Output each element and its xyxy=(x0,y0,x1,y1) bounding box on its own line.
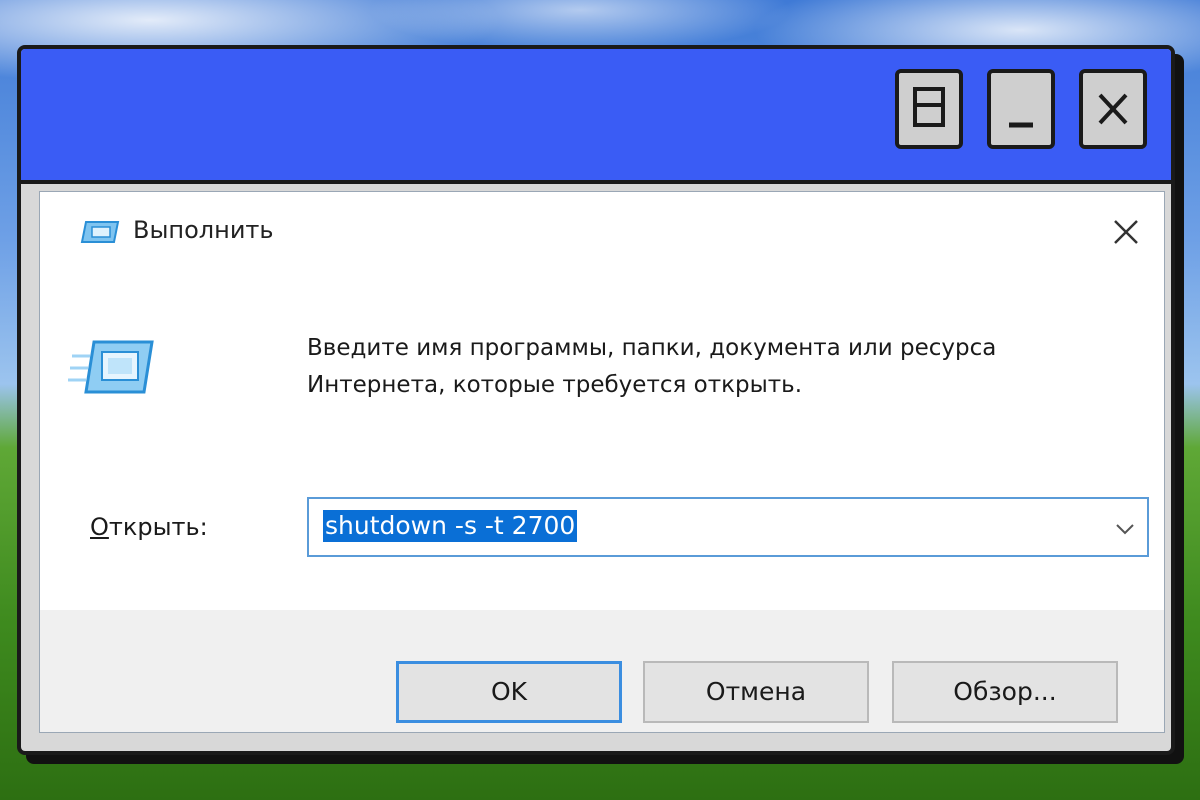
retro-window-frame: Выполнить Введите имя программы, папки, … xyxy=(17,45,1175,755)
command-input-value[interactable]: shutdown -s -t 2700 xyxy=(323,510,578,542)
cancel-button[interactable]: Отмена xyxy=(643,661,869,723)
dialog-close-icon[interactable] xyxy=(1106,212,1146,252)
open-label-accelerator: О xyxy=(90,513,109,541)
run-app-icon xyxy=(80,221,120,243)
restore-button[interactable] xyxy=(895,69,963,149)
minimize-button[interactable] xyxy=(987,69,1055,149)
run-dialog: Выполнить Введите имя программы, папки, … xyxy=(39,191,1165,733)
retro-window-titlebar[interactable] xyxy=(21,49,1171,184)
minimize-icon xyxy=(1009,122,1033,128)
close-button[interactable] xyxy=(1079,69,1147,149)
ok-button[interactable]: OK xyxy=(396,661,622,723)
chevron-down-icon[interactable] xyxy=(1111,515,1139,543)
dialog-description: Введите имя программы, папки, документа … xyxy=(307,335,997,398)
run-program-icon xyxy=(68,340,154,394)
close-icon xyxy=(1098,93,1128,125)
restore-icon xyxy=(913,87,945,127)
open-label-text: ткрыть: xyxy=(108,513,208,541)
dialog-titlebar[interactable]: Выполнить xyxy=(40,192,1164,272)
dialog-button-bar: OK Отмена Обзор... xyxy=(40,610,1164,732)
command-combobox[interactable]: shutdown -s -t 2700 xyxy=(307,497,1149,557)
dialog-title: Выполнить xyxy=(133,216,274,244)
open-label: Открыть: xyxy=(90,513,208,541)
browse-button[interactable]: Обзор... xyxy=(892,661,1118,723)
